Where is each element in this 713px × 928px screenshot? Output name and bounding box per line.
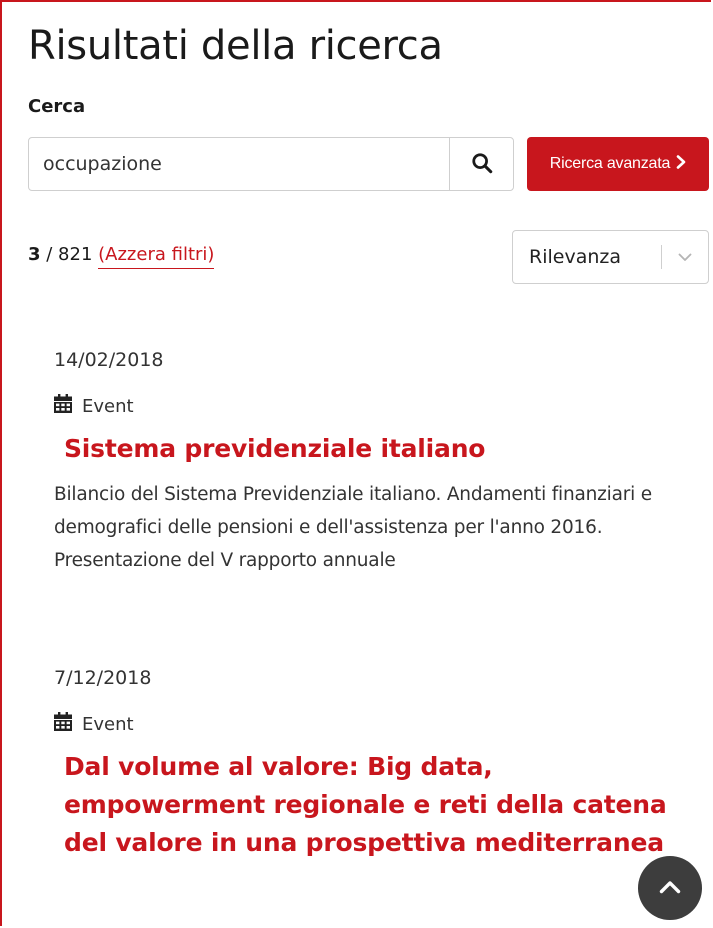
search-label: Cerca — [28, 96, 86, 117]
sort-selected-value: Rilevanza — [529, 246, 621, 268]
sort-select[interactable]: Rilevanza — [512, 230, 709, 284]
result-title-link[interactable]: Dal volume al valore: Big data, empowerm… — [64, 748, 674, 862]
results-count: 3 / 821 (Azzera filtri) — [28, 244, 215, 269]
calendar-icon — [54, 712, 72, 738]
search-icon — [471, 152, 493, 177]
result-item: 14/02/2018 Event Sistema previdenziale i… — [54, 348, 674, 577]
result-type-label: Event — [82, 396, 134, 417]
result-description: Bilancio del Sistema Previdenziale itali… — [54, 484, 652, 571]
result-title-link[interactable]: Sistema previdenziale italiano — [64, 430, 674, 468]
page-title: Risultati della ricerca — [28, 23, 443, 69]
search-button[interactable] — [449, 138, 513, 190]
chevron-up-icon — [659, 879, 681, 898]
scroll-to-top-button[interactable] — [638, 856, 702, 920]
results-separator: / — [40, 244, 59, 265]
advanced-search-label: Ricerca avanzata — [549, 155, 671, 172]
result-type: Event — [54, 712, 674, 738]
calendar-icon — [54, 394, 72, 420]
result-date: 7/12/2018 — [54, 667, 152, 689]
advanced-search-button[interactable]: Ricerca avanzata — [527, 137, 709, 191]
result-item: 7/12/2018 Event Dal volume al valore: Bi… — [54, 666, 674, 862]
result-type-label: Event — [82, 714, 134, 735]
chevron-down-icon — [662, 253, 708, 262]
results-total: 821 — [58, 244, 93, 265]
result-type: Event — [54, 394, 674, 420]
search-input[interactable] — [29, 138, 449, 190]
search-group — [28, 137, 514, 191]
reset-filters-link[interactable]: (Azzera filtri) — [98, 244, 215, 269]
result-date: 14/02/2018 — [54, 349, 164, 371]
chevron-right-icon — [676, 154, 686, 174]
results-shown: 3 — [28, 244, 41, 265]
